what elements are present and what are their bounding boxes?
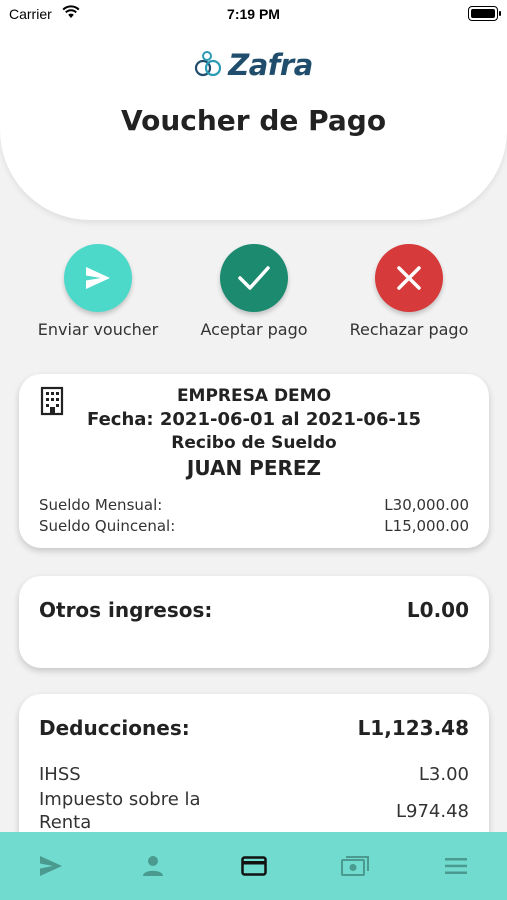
accept-payment-circle[interactable] [220,244,288,312]
send-icon [86,267,110,289]
biweekly-salary-value: L15,000.00 [384,517,469,535]
battery-icon [468,6,501,21]
receipt-label: Recibo de Sueldo [171,433,337,453]
nav-profile[interactable] [139,852,167,880]
employee-name: JUAN PEREZ [186,456,322,480]
voucher-card: EMPRESA DEMO Fecha: 2021-06-01 al 2021-0… [19,374,489,548]
person-icon [143,856,163,876]
other-income-row: Otros ingresos: L0.00 [39,598,469,622]
logo-bubbles-icon [195,51,222,77]
reject-payment-circle[interactable] [375,244,443,312]
cash-icon [341,856,369,876]
accept-payment-button[interactable]: Aceptar pago [174,244,334,339]
send-voucher-button[interactable]: Enviar voucher [18,244,178,339]
status-bar: Carrier 7:19 PM [0,0,507,28]
clock: 7:19 PM [227,6,280,22]
credit-card-icon [241,856,267,876]
nav-cash[interactable] [341,852,369,880]
deduction-value: L3.00 [418,764,469,785]
deductions-label: Deducciones: [39,716,190,740]
reject-payment-button[interactable]: Rechazar pago [329,244,489,339]
deduction-value: L974.48 [395,800,469,822]
accept-payment-label: Aceptar pago [200,320,308,339]
deduction-name: Impuesto sobre la Renta [39,789,201,833]
biweekly-salary-label: Sueldo Quincenal: [39,517,176,535]
bottom-nav [0,832,507,900]
company-name: EMPRESA DEMO [176,386,332,406]
app-logo: Zafra [0,48,507,84]
other-income-label: Otros ingresos: [39,598,213,622]
nav-send[interactable] [37,852,65,880]
monthly-salary-row: Sueldo Mensual: L30,000.00 [39,496,469,514]
page-title: Voucher de Pago [120,104,387,137]
nav-payments[interactable] [240,852,268,880]
menu-icon [445,858,467,874]
send-icon [40,856,62,876]
deductions-row: Deducciones: L1,123.48 [39,716,469,740]
send-voucher-circle[interactable] [64,244,132,312]
other-income-value: L0.00 [406,598,469,622]
deduction-name: IHSS [39,764,81,785]
check-icon [238,266,270,290]
send-voucher-label: Enviar voucher [37,320,159,339]
date-range: Fecha: 2021-06-01 al 2021-06-15 [87,409,421,430]
monthly-salary-value: L30,000.00 [384,496,469,514]
biweekly-salary-row: Sueldo Quincenal: L15,000.00 [39,517,469,535]
deduction-item: Impuesto sobre la Renta L974.48 [39,788,469,834]
monthly-salary-label: Sueldo Mensual: [39,496,163,514]
logo-text: Zafra [228,48,313,82]
deduction-item: IHSS L3.00 [39,764,469,785]
reject-payment-label: Rechazar pago [349,320,469,339]
nav-menu[interactable] [442,852,470,880]
other-income-card: Otros ingresos: L0.00 [19,576,489,668]
close-icon [397,266,421,290]
deductions-total: L1,123.48 [357,716,469,740]
